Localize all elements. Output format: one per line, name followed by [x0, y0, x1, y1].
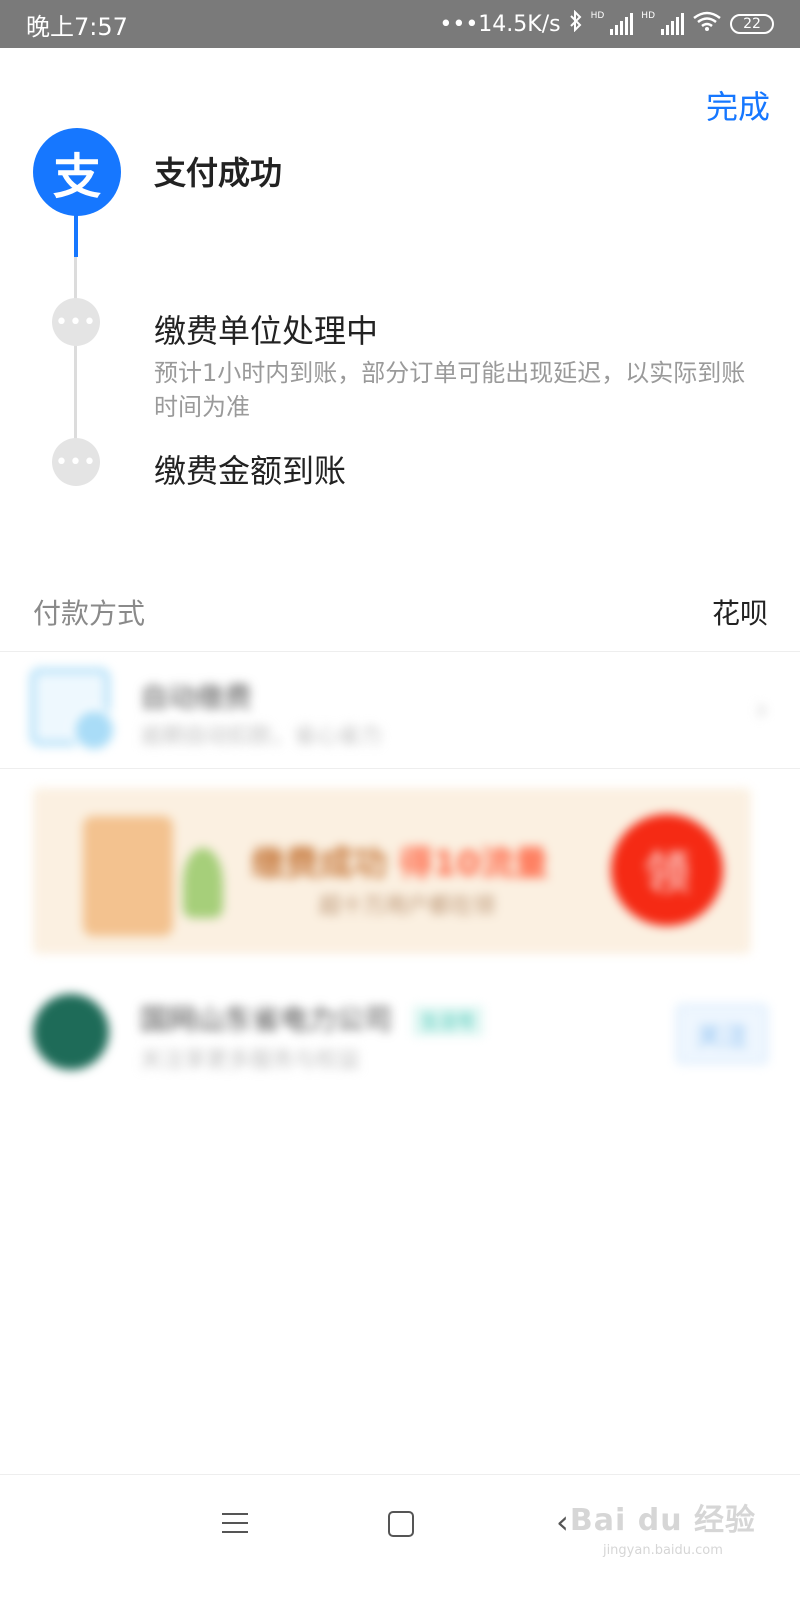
network-speed: •••14.5K/s: [439, 11, 561, 37]
watermark-sub: jingyan.baidu.com: [602, 1543, 723, 1558]
bluetooth-icon: [569, 9, 583, 38]
account-name: 国网山东省电力公司 生活号: [140, 998, 483, 1038]
banner-title-main: 缴费成功: [251, 844, 387, 884]
watermark: Bai du 经验 jingyan.baidu.com: [570, 1495, 756, 1558]
menu-icon[interactable]: [222, 1513, 248, 1533]
auto-pay-title: 自动缴费: [140, 681, 253, 714]
payment-method-label: 付款方式: [33, 597, 146, 630]
signal-icon-1: [610, 13, 634, 35]
hd-label-2: HD: [641, 10, 655, 21]
wifi-icon: [692, 10, 722, 38]
auto-pay-subtitle: 逾期自动扣款，省心省力: [140, 724, 383, 749]
payment-method-value: 花呗: [711, 597, 768, 630]
promo-banner[interactable]: 缴费成功 得10流量 超十万用户都在领 领: [33, 788, 751, 954]
back-icon[interactable]: ‹: [556, 1503, 569, 1541]
alipay-logo-icon: 支: [33, 128, 121, 216]
signal-icon-2: [661, 13, 684, 35]
step-title-paid: 支付成功: [154, 154, 283, 192]
banner-title-highlight: 得10流量: [398, 844, 549, 884]
status-icons: •••14.5K/s HD HD 22: [439, 9, 774, 38]
step-dot-arrived: •••: [52, 438, 100, 486]
status-bar: 晚上7:57 •••14.5K/s HD HD 22: [0, 0, 800, 48]
chevron-right-icon: ›: [755, 690, 768, 728]
follow-button[interactable]: 关注: [676, 1004, 768, 1064]
banner-subtitle: 超十万用户都在领: [319, 894, 496, 919]
battery-icon: 22: [730, 14, 774, 34]
done-button[interactable]: 完成: [706, 82, 770, 128]
claim-button[interactable]: 领: [611, 814, 723, 926]
step-title-processing: 缴费单位处理中: [154, 312, 379, 350]
account-avatar: [33, 994, 109, 1070]
account-tag: 生活号: [412, 1006, 483, 1036]
timeline-line: [74, 257, 77, 457]
timeline-progress-line: [74, 215, 78, 257]
payment-method-row: 付款方式 花呗: [0, 584, 800, 640]
navigation-bar: ‹ Bai du 经验 jingyan.baidu.com: [0, 1474, 800, 1601]
home-icon[interactable]: [388, 1511, 414, 1537]
hd-label-1: HD: [590, 10, 605, 21]
auto-pay-icon: [30, 668, 117, 753]
service-account-row[interactable]: 国网山东省电力公司 生活号 关注享更多服务与权益 关注: [0, 986, 800, 1086]
leaf-icon: [183, 848, 223, 918]
watermark-main: Bai du 经验: [569, 1503, 756, 1538]
status-time: 晚上7:57: [26, 12, 128, 41]
auto-pay-row[interactable]: 自动缴费 逾期自动扣款，省心省力 ›: [0, 652, 800, 768]
step-description-processing: 预计1小时内到账，部分订单可能出现延迟，以实际到账时间为准: [154, 359, 746, 421]
step-dot-processing: •••: [52, 298, 100, 346]
banner-title: 缴费成功 得10流量: [251, 836, 548, 885]
step-title-arrived: 缴费金额到账: [154, 452, 347, 490]
account-name-text: 国网山东省电力公司: [140, 1003, 393, 1036]
banner-illustration: [83, 816, 173, 936]
account-subtitle: 关注享更多服务与权益: [140, 1048, 361, 1073]
divider: [0, 768, 800, 769]
